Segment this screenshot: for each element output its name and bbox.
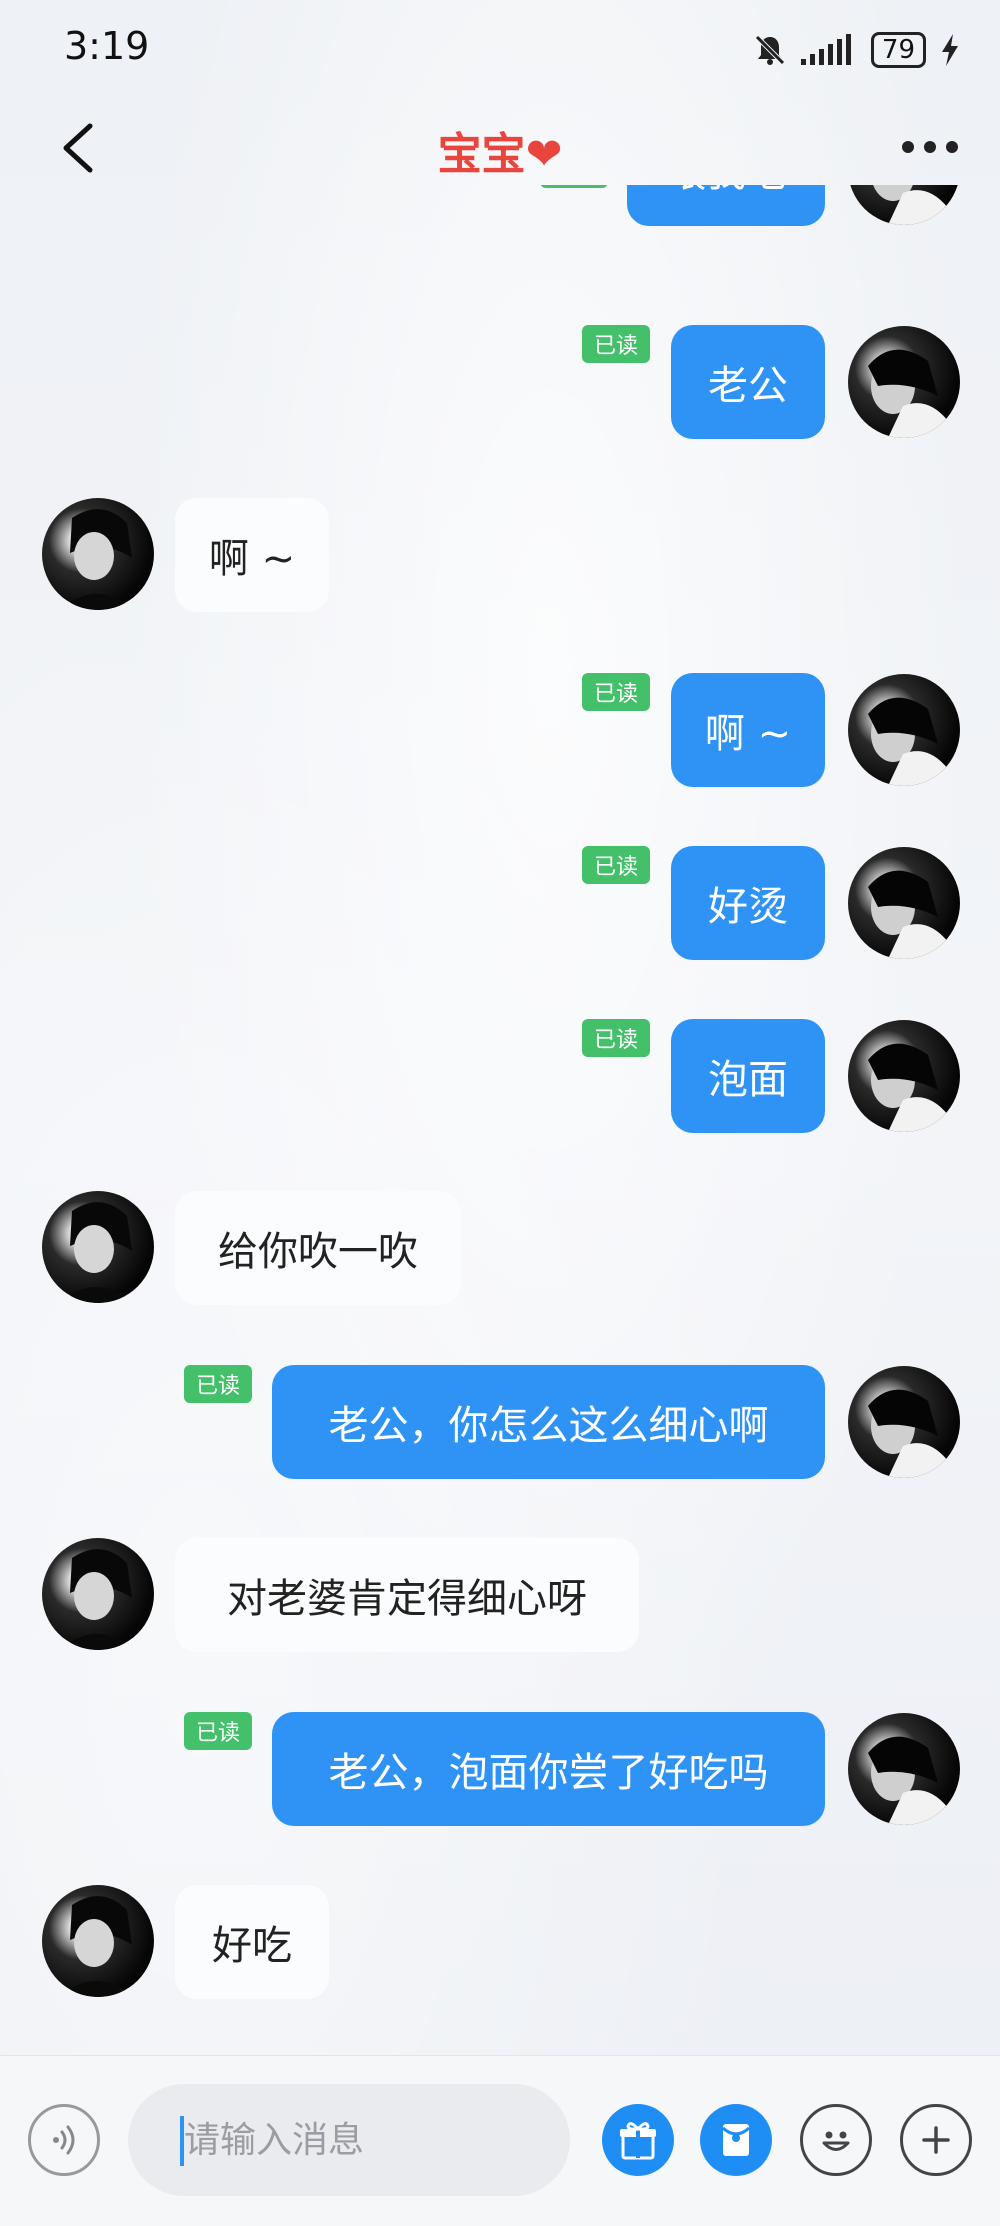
avatar[interactable]: [42, 1885, 154, 1997]
message-bubble[interactable]: 好烫: [671, 846, 825, 960]
read-badge: 已读: [582, 673, 650, 711]
message-bubble[interactable]: 泡面: [671, 1019, 825, 1133]
avatar[interactable]: [848, 326, 960, 438]
message-bubble[interactable]: 好吃: [175, 1885, 329, 1999]
envelope-icon: [721, 2124, 751, 2156]
charging-icon: [942, 34, 958, 66]
more-dots-icon: [902, 141, 958, 153]
more-button[interactable]: [900, 122, 960, 172]
avatar-photo: [868, 870, 948, 959]
status-icons: 79: [753, 30, 960, 70]
avatar[interactable]: [848, 1366, 960, 1478]
read-badge: 已读: [582, 1019, 650, 1057]
message-text: 老公，泡面你尝了好吃吗: [328, 1750, 769, 1796]
avatar[interactable]: [42, 1538, 154, 1650]
avatar-photo: [868, 1043, 948, 1132]
avatar-photo: [62, 1549, 137, 1650]
gift-icon: [620, 2122, 656, 2160]
message-text: 好吃: [212, 1923, 292, 1969]
avatar-photo: [62, 509, 137, 610]
message-bubble[interactable]: 对老婆肯定得细心呀: [175, 1538, 639, 1652]
red-packet-button[interactable]: [700, 2104, 772, 2176]
message-bubble[interactable]: 啊 ~: [671, 673, 825, 787]
avatar-photo: [868, 1389, 948, 1478]
message-bubble[interactable]: 喂我吃: [627, 185, 825, 226]
read-badge: 已读: [184, 1365, 252, 1403]
chat-title[interactable]: 宝宝❤: [0, 118, 1000, 182]
plus-icon: [922, 2126, 950, 2154]
avatar[interactable]: [848, 847, 960, 959]
avatar-photo: [868, 1736, 948, 1825]
message-text: 给你吹一吹: [218, 1229, 418, 1275]
avatar[interactable]: [42, 498, 154, 610]
message-text: 好烫: [708, 884, 788, 930]
read-badge: 已读: [184, 1712, 252, 1750]
input-bar: [0, 2055, 1000, 2226]
message-bubble[interactable]: 给你吹一吹: [175, 1191, 461, 1305]
message-bubble[interactable]: 老公，你怎么这么细心啊: [272, 1365, 825, 1479]
heart-icon: ❤: [525, 129, 563, 180]
gift-button[interactable]: [602, 2104, 674, 2176]
more-actions-button[interactable]: [900, 2104, 972, 2176]
read-badge: 已读: [582, 325, 650, 363]
status-bar: 3:19 79: [0, 0, 1000, 100]
message-bubble[interactable]: 啊 ~: [175, 498, 329, 612]
read-badge: 已读: [582, 846, 650, 884]
avatar[interactable]: [848, 1020, 960, 1132]
bell-off-icon: [755, 35, 785, 65]
avatar-photo: [873, 185, 948, 225]
avatar-photo: [62, 1202, 137, 1303]
emoji-button[interactable]: [800, 2104, 872, 2176]
message-text: 泡面: [708, 1057, 788, 1103]
status-time: 3:19: [64, 24, 150, 68]
avatar-photo: [868, 349, 948, 438]
avatar-photo: [868, 697, 948, 786]
avatar[interactable]: [848, 1713, 960, 1825]
message-text: 老公: [708, 363, 788, 409]
message-bubble[interactable]: 老公: [671, 325, 825, 439]
voice-button[interactable]: [28, 2104, 100, 2176]
message-text: 啊 ~: [704, 711, 792, 757]
emoji-icon: [822, 2131, 850, 2151]
message-bubble[interactable]: 老公，泡面你尝了好吃吗: [272, 1712, 825, 1826]
message-text: 老公，你怎么这么细心啊: [328, 1403, 769, 1449]
message-text: 啊 ~: [208, 536, 296, 582]
text-cursor: [180, 2116, 184, 2166]
message-list[interactable]: 喂我吃 已读 老公: [0, 185, 1000, 2055]
message-text: 喂我吃: [666, 185, 786, 198]
chat-header: 宝宝❤: [0, 100, 1000, 196]
contact-name: 宝宝: [437, 129, 526, 180]
message-text: 对老婆肯定得细心呀: [227, 1576, 587, 1622]
avatar[interactable]: [42, 1191, 154, 1303]
avatar-photo: [62, 1896, 137, 1997]
read-badge: [540, 185, 608, 188]
battery-level: 79: [881, 35, 915, 65]
voice-icon: [53, 2125, 75, 2155]
avatar[interactable]: [848, 674, 960, 786]
signal-icon: [800, 34, 851, 65]
avatar[interactable]: [848, 185, 960, 225]
message-input[interactable]: [128, 2084, 570, 2196]
battery-indicator: 79: [870, 32, 926, 68]
